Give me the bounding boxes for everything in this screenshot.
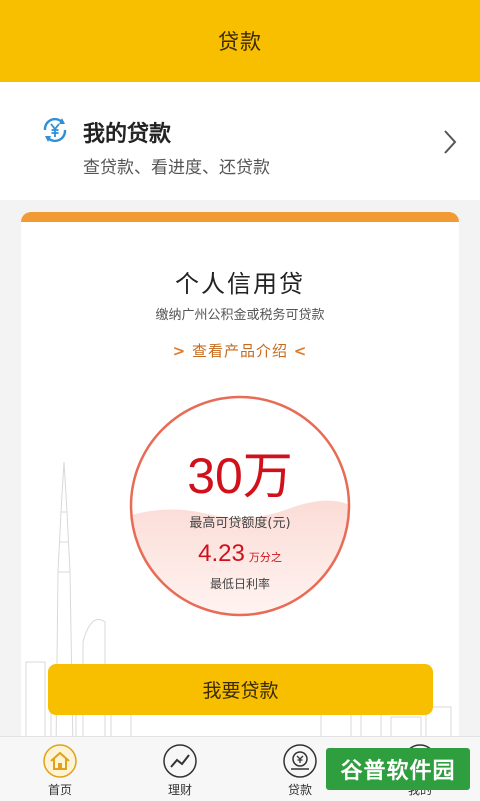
card-top-stripe (21, 212, 459, 222)
my-loans-row[interactable]: 我的贷款 查贷款、看进度、还贷款 (0, 82, 480, 200)
chart-trend-icon (163, 744, 197, 778)
tab-finance-label: 理财 (167, 783, 192, 797)
daily-rate-label: 最低日利率 (209, 577, 270, 591)
daily-rate-value: 4.23 (198, 540, 245, 567)
credit-limit-circle: 30万 最高可贷额度(元) 4.23 万分之 最低日利率 (128, 394, 352, 618)
chevron-right-icon: > (172, 342, 187, 360)
product-intro-link[interactable]: > 查看产品介绍 < (21, 340, 459, 361)
top-nav-bar: 贷款 (0, 0, 480, 82)
daily-rate: 4.23 万分之 (128, 540, 352, 568)
home-icon (43, 744, 77, 778)
product-subtitle: 缴纳广州公积金或税务可贷款 (155, 308, 325, 323)
chevron-left-icon: < (293, 342, 308, 360)
page-title: 贷款 (218, 30, 262, 54)
credit-limit-label: 最高可贷额度(元) (189, 516, 291, 531)
product-title: 个人信用贷 (175, 270, 305, 298)
tab-home-label: 首页 (47, 783, 72, 797)
my-loans-subtitle: 查贷款、看进度、还贷款 (83, 158, 270, 178)
my-loans-title: 我的贷款 (83, 122, 172, 147)
loan-coin-icon (283, 744, 317, 778)
product-intro-label: 查看产品介绍 (191, 342, 288, 360)
yuan-refresh-icon (43, 117, 67, 143)
chevron-right-icon[interactable] (442, 128, 458, 156)
tab-home[interactable]: 首页 (0, 737, 120, 801)
apply-loan-button[interactable]: 我要贷款 (48, 664, 433, 715)
daily-rate-unit: 万分之 (248, 551, 282, 564)
watermark-logo: 谷普软件园 (326, 748, 470, 790)
credit-limit-amount: 30万 (187, 448, 293, 504)
tab-finance[interactable]: 理财 (120, 737, 240, 801)
